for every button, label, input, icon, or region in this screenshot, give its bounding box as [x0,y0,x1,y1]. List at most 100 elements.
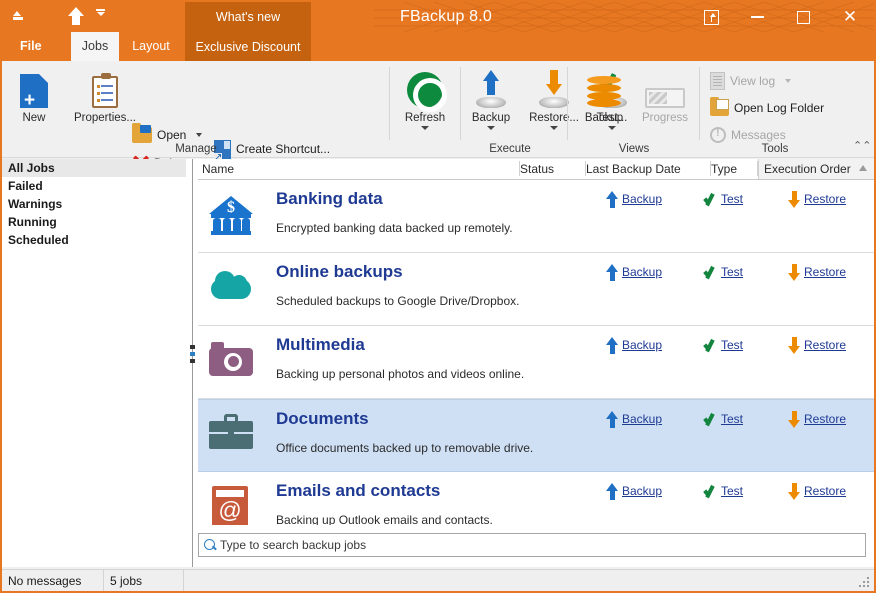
open-log-folder-button[interactable]: Open Log Folder [710,96,824,120]
column-header-status[interactable]: Status [520,159,586,179]
row-restore-link[interactable]: Restore [788,189,846,209]
view-log-dropdown-icon [785,79,791,83]
collapse-ribbon-icon[interactable]: ⌃⌃ [853,139,867,153]
table-row[interactable]: $ Banking data Encrypted banking data ba… [198,180,874,253]
row-backup-link[interactable]: Backup [606,262,662,282]
status-job-count: 5 jobs [104,570,184,592]
row-backup-link[interactable]: Backup [606,481,662,501]
refresh-button[interactable]: Refresh [396,66,454,130]
status-bar: No messages 5 jobs [2,569,874,591]
eject-icon[interactable] [8,6,30,28]
open-dropdown-icon[interactable] [196,133,202,137]
test-check-icon [704,412,718,426]
cloud-icon [209,267,253,311]
row-backup-link[interactable]: Backup [606,409,662,429]
pane-splitter[interactable] [187,159,198,567]
promo-whats-new[interactable]: What's new [185,2,311,32]
row-restore-link[interactable]: Restore [788,335,846,355]
sidebar-item-running[interactable]: Running [2,213,186,231]
promo-exclusive-discount[interactable]: Exclusive Discount [185,32,311,61]
close-icon[interactable]: ✕ [826,2,874,32]
sort-ascending-icon [859,165,867,171]
title-bar: FBackup 8.0 ✕ [2,2,874,32]
search-area: Type to search backup jobs [198,533,866,557]
restore-arrow-icon [788,483,801,500]
view-log-icon [710,72,725,90]
maximize-icon[interactable] [780,2,826,32]
row-test-link[interactable]: Test [704,481,743,501]
window-controls: ✕ [688,2,874,32]
views-progress-button: Progress [634,66,696,124]
row-test-link[interactable]: Test [704,409,743,429]
splitter-grip[interactable] [190,345,195,375]
sidebar-item-all-jobs[interactable]: All Jobs [2,159,186,177]
minimize-icon[interactable] [734,2,780,32]
briefcase-icon [209,414,253,458]
column-header-name[interactable]: Name [202,159,520,179]
search-placeholder: Type to search backup jobs [220,538,366,552]
group-label-tools: Tools [700,143,850,155]
column-header-execution-order[interactable]: Execution Order [758,159,874,179]
search-icon [204,539,217,552]
views-backup-button[interactable]: Backup [576,66,632,124]
row-actions: Backup Test Restore [606,262,862,284]
backup-up-arrow-icon [464,66,518,108]
row-actions: Backup Test Restore [606,409,862,431]
view-log-button: View log [710,69,791,93]
job-list-pane: Name Status Last Backup Date Type Execut… [198,159,874,567]
backup-dropdown-icon[interactable] [487,126,495,130]
row-backup-link[interactable]: Backup [606,335,662,355]
upload-arrow-icon[interactable] [66,6,88,28]
test-check-icon [704,192,718,206]
job-name: Emails and contacts [276,481,440,501]
column-header-last-backup-date[interactable]: Last Backup Date [586,159,711,179]
tab-layout[interactable]: Layout [123,32,179,61]
new-button[interactable]: New [6,66,62,124]
refresh-dropdown-icon[interactable] [421,126,429,130]
qat-dropdown-icon[interactable] [95,6,117,28]
job-name: Banking data [276,189,383,209]
row-test-link[interactable]: Test [704,189,743,209]
job-name: Documents [276,409,369,429]
sidebar-item-failed[interactable]: Failed [2,177,186,195]
new-document-icon[interactable] [37,6,59,28]
table-row[interactable]: Multimedia Backing up personal photos an… [198,326,874,399]
resize-grip[interactable] [859,577,871,589]
tab-jobs[interactable]: Jobs [71,32,119,61]
app-title: FBackup 8.0 [400,2,492,32]
row-restore-link[interactable]: Restore [788,409,846,429]
job-description: Encrypted banking data backed up remotel… [276,221,513,235]
row-restore-link[interactable]: Restore [788,262,846,282]
restore-arrow-icon [788,411,801,428]
sidebar-item-warnings[interactable]: Warnings [2,195,186,213]
job-filter-sidebar: All Jobs Failed Warnings Running Schedul… [2,159,187,567]
status-messages: No messages [2,570,104,592]
job-description: Backing up personal photos and videos on… [276,367,524,381]
backup-arrow-icon [606,337,619,354]
properties-button[interactable]: Properties... [66,66,144,124]
row-backup-link[interactable]: Backup [606,189,662,209]
sidebar-item-scheduled[interactable]: Scheduled [2,231,186,249]
column-header-type[interactable]: Type [711,159,758,179]
backup-button[interactable]: Backup [464,66,518,130]
tab-file[interactable]: File [10,32,52,61]
row-restore-link[interactable]: Restore [788,481,846,501]
row-test-link[interactable]: Test [704,262,743,282]
pin-ribbon-icon[interactable] [688,2,734,32]
restore-arrow-icon [788,337,801,354]
search-input[interactable]: Type to search backup jobs [198,533,866,557]
table-row[interactable]: Documents Office documents backed up to … [198,399,874,472]
backup-stack-icon [576,66,632,108]
table-row[interactable]: @ Emails and contacts Backing up Outlook… [198,472,874,525]
quick-access-toolbar [8,4,117,30]
progress-bar-icon [634,66,696,108]
row-test-link[interactable]: Test [704,335,743,355]
status-extra [184,570,874,592]
job-name: Multimedia [276,335,365,355]
group-label-views: Views [568,143,700,155]
job-list: $ Banking data Encrypted banking data ba… [198,180,874,525]
ribbon: New Properties... Open Dele [2,61,874,158]
table-row[interactable]: Online backups Scheduled backups to Goog… [198,253,874,326]
ribbon-group-tools: View log Open Log Folder Messages Tools [700,61,874,158]
restore-dropdown-icon[interactable] [550,126,558,130]
